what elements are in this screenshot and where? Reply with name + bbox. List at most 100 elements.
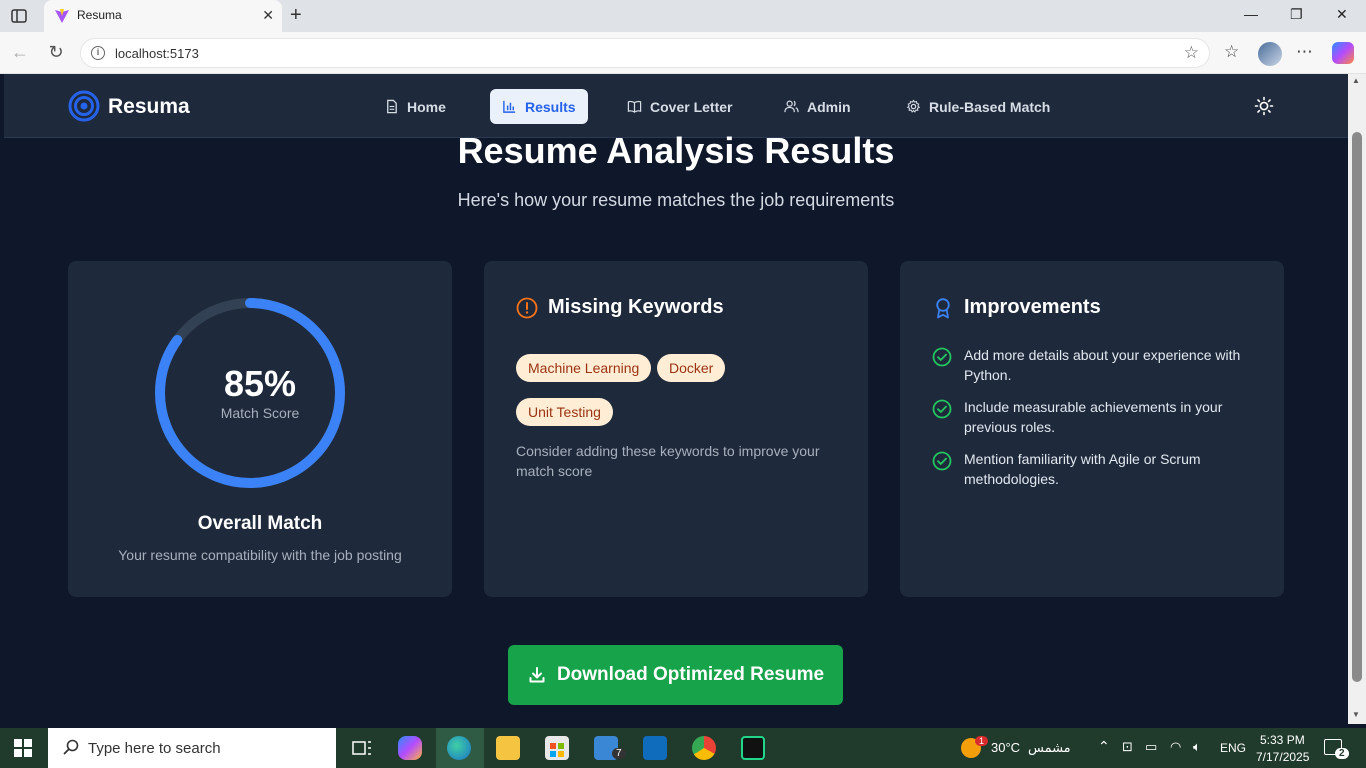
- profile-avatar[interactable]: [1258, 42, 1282, 66]
- browser-tab-bar: Resuma ✕ + — ❐ ✕: [0, 0, 1366, 32]
- url-field[interactable]: i localhost:5173 ☆: [80, 38, 1210, 68]
- nav-results-label: Results: [525, 98, 576, 115]
- overall-match-description: Your resume compatibility with the job p…: [118, 547, 402, 563]
- missing-keywords-heading: Missing Keywords: [516, 296, 724, 319]
- language-indicator[interactable]: ENG: [1220, 741, 1246, 755]
- address-bar-row: ← ↻ i localhost:5173 ☆ ☆ ⋯: [0, 32, 1366, 74]
- tab-title: Resuma: [77, 8, 122, 22]
- clock-time[interactable]: 5:33 PM: [1260, 733, 1305, 747]
- wifi-icon[interactable]: ◠: [1170, 739, 1181, 755]
- nav-home[interactable]: Home: [372, 89, 458, 124]
- document-icon: [387, 99, 397, 114]
- site-info-icon[interactable]: i: [91, 46, 105, 60]
- alert-circle-icon: [516, 297, 538, 318]
- keyword-chip: Machine Learning: [516, 354, 652, 382]
- improvement-text: Include measurable achievements in your …: [964, 399, 1223, 435]
- windows-start-icon[interactable]: [14, 739, 32, 757]
- improvements-heading: Improvements: [932, 296, 1101, 319]
- match-score-value: 85%: [223, 363, 297, 404]
- restore-icon[interactable]: ❐: [1290, 6, 1303, 23]
- page-scrollbar[interactable]: ▲ ▼: [1348, 74, 1366, 724]
- book-open-icon: [627, 100, 642, 113]
- improvement-text: Mention familiarity with Agile or Scrum …: [964, 451, 1201, 487]
- overall-match-title: Overall Match: [197, 513, 323, 534]
- download-button-label: Download Optimized Resume: [556, 664, 825, 685]
- improvement-text: Add more details about your experience w…: [964, 347, 1241, 383]
- microsoft-store-icon[interactable]: [545, 736, 569, 760]
- download-optimized-resume-button[interactable]: Download Optimized Resume: [508, 645, 843, 705]
- brand-name[interactable]: Resuma: [108, 95, 190, 119]
- nav-admin[interactable]: Admin: [772, 89, 863, 124]
- notification-count: 2: [1335, 748, 1349, 759]
- check-circle-icon: [932, 451, 952, 471]
- edge-icon[interactable]: [447, 736, 471, 760]
- back-icon[interactable]: ←: [10, 42, 30, 62]
- chrome-icon[interactable]: [692, 736, 716, 760]
- keyword-chip: Unit Testing: [516, 398, 613, 426]
- task-view-icon[interactable]: [350, 736, 374, 760]
- new-tab-icon[interactable]: +: [290, 4, 302, 27]
- page-subtitle: Here's how your resume matches the job r…: [457, 190, 895, 210]
- missing-keywords-title: Missing Keywords: [548, 296, 724, 318]
- window-close-icon[interactable]: ✕: [1336, 6, 1348, 23]
- nav-rule-based-match[interactable]: Rule-Based Match: [894, 89, 1062, 124]
- mail-badge: 7: [612, 748, 626, 759]
- sun-icon[interactable]: [1254, 96, 1274, 116]
- scrollbar-thumb[interactable]: [1352, 132, 1362, 682]
- app-navbar: Resuma Home Results Cover Letter Admin R…: [4, 74, 1348, 138]
- url-text: localhost:5173: [115, 46, 199, 61]
- check-circle-icon: [932, 347, 952, 367]
- check-circle-icon: [932, 399, 952, 419]
- improvements-card: Improvements Add more details about your…: [900, 261, 1284, 597]
- keyword-chip: Docker: [657, 354, 726, 382]
- taskbar-search-placeholder: Type here to search: [88, 740, 221, 757]
- improvement-item: Mention familiarity with Agile or Scrum …: [932, 449, 1262, 489]
- battery-icon[interactable]: ▭: [1145, 739, 1157, 755]
- improvement-item: Add more details about your experience w…: [932, 345, 1262, 385]
- improvement-item: Include measurable achievements in your …: [932, 397, 1262, 437]
- nav-admin-label: Admin: [807, 98, 851, 115]
- page-title: Resume Analysis Results: [457, 130, 895, 171]
- weather-temperature[interactable]: 30°C: [991, 740, 1020, 755]
- more-menu-icon[interactable]: ⋯: [1296, 42, 1313, 62]
- browser-tab[interactable]: Resuma ✕: [44, 0, 282, 32]
- nav-results[interactable]: Results: [490, 89, 588, 124]
- clock-date[interactable]: 7/17/2025: [1256, 750, 1309, 764]
- overall-match-card: 85% Match Score Overall Match Your resum…: [68, 261, 452, 597]
- nav-cover-letter-label: Cover Letter: [650, 98, 733, 115]
- award-ribbon-icon: [936, 297, 950, 318]
- missing-keywords-hint: Consider adding these keywords to improv…: [516, 443, 820, 479]
- minimize-icon[interactable]: —: [1244, 6, 1258, 22]
- favorite-star-icon[interactable]: ☆: [1184, 43, 1199, 63]
- volume-icon[interactable]: 🔈︎: [1193, 739, 1201, 755]
- tab-actions-icon[interactable]: [10, 7, 28, 25]
- users-icon: [784, 100, 799, 113]
- meet-now-icon[interactable]: ⊡: [1122, 739, 1133, 755]
- file-explorer-icon[interactable]: [496, 736, 520, 760]
- logo-icon[interactable]: [68, 90, 100, 122]
- nav-home-label: Home: [407, 98, 446, 115]
- weather-badge: 1: [975, 736, 989, 746]
- close-tab-icon[interactable]: ✕: [262, 7, 274, 24]
- refresh-icon[interactable]: ↻: [46, 42, 66, 62]
- gear-icon: [906, 99, 921, 113]
- favorites-icon[interactable]: ☆: [1224, 42, 1239, 62]
- improvements-title: Improvements: [964, 296, 1101, 318]
- windows-taskbar: Type here to search 7 1 30°C مشمس ⌃ ⊡ ▭ …: [0, 728, 1366, 768]
- app-viewport: Resuma Home Results Cover Letter Admin R…: [4, 74, 1348, 724]
- bar-chart-icon: [503, 100, 516, 113]
- copilot-icon[interactable]: [1332, 42, 1354, 64]
- search-icon: [63, 739, 79, 755]
- copilot-taskbar-icon[interactable]: [398, 736, 422, 760]
- scroll-down-icon[interactable]: ▼: [1352, 710, 1360, 719]
- nav-cover-letter[interactable]: Cover Letter: [615, 89, 744, 124]
- vite-favicon-icon: [54, 8, 70, 24]
- scroll-up-icon[interactable]: ▲: [1352, 76, 1360, 85]
- match-score-label: Match Score: [220, 405, 300, 421]
- weather-condition[interactable]: مشمس: [1028, 740, 1071, 756]
- download-icon: [529, 667, 545, 683]
- chevron-up-icon[interactable]: ⌃: [1098, 738, 1110, 755]
- outlook-icon[interactable]: [643, 736, 667, 760]
- pycharm-icon[interactable]: [741, 736, 765, 760]
- taskbar-search-box[interactable]: Type here to search: [48, 728, 336, 768]
